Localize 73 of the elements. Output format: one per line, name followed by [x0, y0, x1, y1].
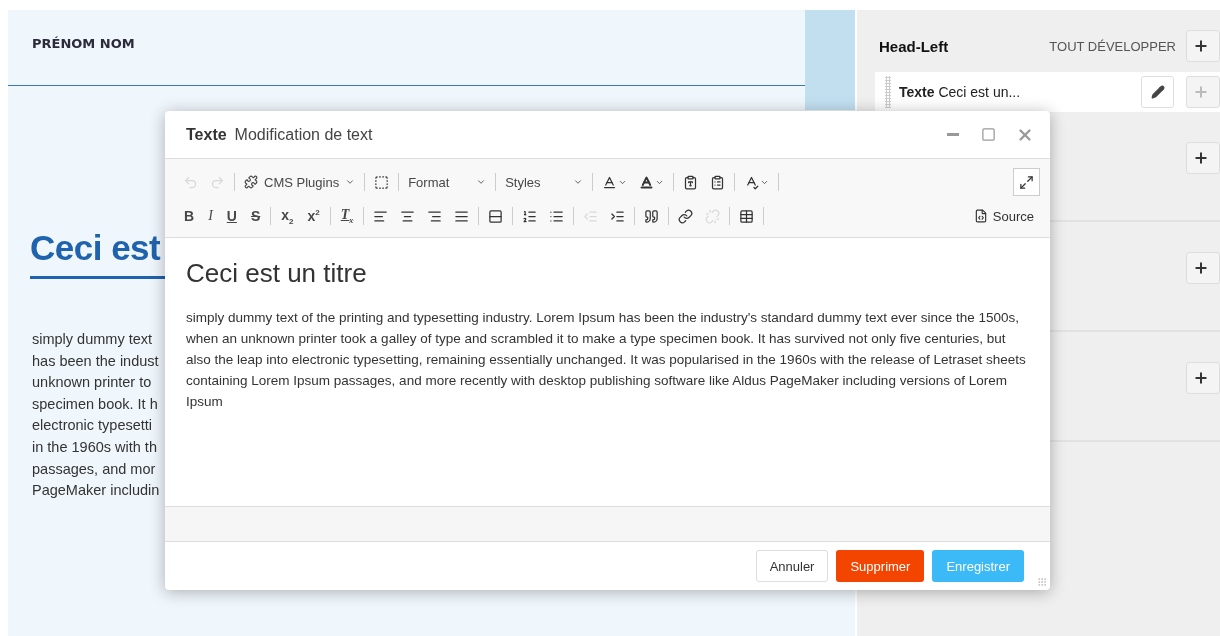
body-text-line: electronic typesetti: [32, 416, 153, 436]
align-center-icon: [400, 208, 416, 224]
link-icon: [678, 208, 694, 224]
plugin-label: Texte Ceci est un...: [899, 84, 1022, 100]
plus-icon: [1193, 260, 1209, 276]
caret-icon: [476, 177, 487, 187]
subscript-button[interactable]: x$_{2}$: [274, 204, 301, 228]
content-heading: Ceci est un titre: [186, 258, 368, 289]
paste-word-icon: [710, 174, 726, 190]
spellcheck-icon: [744, 174, 760, 190]
outdent-icon: [583, 208, 599, 224]
body-text-line: specimen book. It h: [32, 394, 158, 414]
align-left-icon: [373, 208, 389, 224]
dropdown[interactable]: CMS Plugins: [238, 170, 362, 194]
dropdown[interactable]: Styles: [499, 170, 590, 194]
text-color-icon: [602, 174, 618, 190]
resize-grip-icon[interactable]: [1037, 577, 1047, 587]
plus-icon: [1193, 370, 1209, 386]
author-name: PRÉNOM NOM: [32, 36, 135, 51]
content-paragraph: simply dummy text of the printing and typesetting industry. Lorem Ipsum has been the industry's standard dummy text ever since the 1500s, when an unknown printer took a galley of type and scrambled it to make a type specimen book. It has survived not only five centuries, but also the leap into electronic typesetting, remaining essentially unchanged. It was popularised in the 1960s with the release of Letraset sheets containing Lorem Ipsum passages, and more recently with desktop publishing software like Aldus PageMaker including versions of Lorem Ipsum: [186, 309, 1027, 411]
dialog-type: Texte: [186, 125, 227, 144]
source-button[interactable]: Source: [967, 204, 1040, 228]
delete-button[interactable]: Supprimer: [836, 550, 925, 582]
body-text-line: PageMaker includin: [32, 481, 160, 501]
plus-icon: [1193, 150, 1209, 166]
edit-button[interactable]: [1141, 76, 1174, 108]
cancel-button[interactable]: Annuler: [755, 550, 829, 582]
puzzle-icon: [244, 175, 258, 189]
blocks-icon: [374, 174, 390, 190]
maximize-icon: [1019, 174, 1034, 190]
add-button[interactable]: [1186, 142, 1220, 174]
placeholder-title: Head-Left: [879, 37, 950, 55]
minimize-icon: [947, 133, 959, 136]
maximize-button[interactable]: [1013, 168, 1040, 196]
body-text-line: unknown printer to: [32, 373, 152, 393]
dropdown[interactable]: Format: [402, 170, 493, 194]
source-icon: [973, 209, 988, 223]
bullet-list-icon: [549, 208, 565, 224]
expand-all-link[interactable]: TOUT DÉVELOPPER: [1049, 38, 1176, 54]
quote-icon: [644, 208, 660, 224]
body-text-line: simply dummy text: [32, 330, 153, 349]
indent-icon: [610, 208, 626, 224]
dialog-title: Modification de text: [234, 125, 374, 144]
drag-handle-icon[interactable]: [885, 76, 891, 108]
table-icon: [739, 208, 755, 224]
add-button[interactable]: [1186, 30, 1220, 62]
strikethrough-button[interactable]: S: [243, 204, 268, 228]
plugin-row[interactable]: Texte Ceci est un...: [875, 72, 1220, 112]
add-button[interactable]: [1186, 362, 1220, 394]
bold-button[interactable]: B: [177, 204, 202, 228]
maximize-icon: [981, 127, 996, 142]
paste-text-icon: [683, 174, 699, 190]
unlink-icon: [705, 208, 721, 224]
caret-icon: [573, 177, 584, 187]
justify-icon: [454, 208, 470, 224]
caret-icon: [345, 177, 356, 187]
numbered-list-icon: [522, 208, 538, 224]
body-text-line: has been the indust: [32, 351, 159, 371]
superscript-button[interactable]: x$^{2}$: [300, 204, 327, 228]
plus-icon: [1193, 38, 1209, 54]
body-text-line: in the 1960s with th: [32, 437, 157, 457]
page-heading: Ceci est: [30, 228, 161, 268]
clear-format-button[interactable]: T$_{x}$: [333, 204, 361, 228]
redo-icon: [210, 174, 225, 190]
plus-icon: [1193, 84, 1209, 100]
align-right-icon: [427, 208, 443, 224]
body-text-line: passages, and mor: [32, 459, 156, 479]
italic-button[interactable]: I: [201, 204, 220, 228]
background-color-icon: [639, 174, 655, 190]
underline-button[interactable]: U: [219, 204, 244, 228]
pencil-icon: [1150, 85, 1165, 99]
undo-icon: [183, 174, 198, 190]
add-button[interactable]: [1186, 252, 1220, 284]
